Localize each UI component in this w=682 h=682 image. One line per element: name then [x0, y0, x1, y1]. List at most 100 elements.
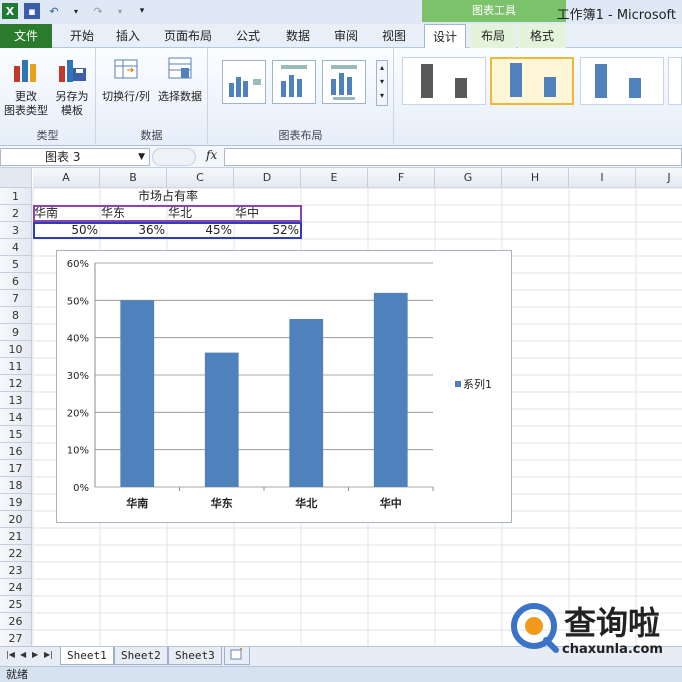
prev-sheet-icon[interactable]: ◀: [20, 650, 26, 659]
save-as-template-icon: [59, 60, 86, 82]
watermark-domain: chaxunla.com: [562, 642, 663, 657]
chart-layout-1[interactable]: [222, 60, 266, 104]
redo-dropdown-icon[interactable]: ▾: [112, 3, 128, 19]
chart-layout-2[interactable]: [272, 60, 316, 104]
tab-review[interactable]: 审阅: [326, 24, 366, 48]
formula-input[interactable]: [224, 148, 682, 166]
last-sheet-icon[interactable]: ▶|: [44, 650, 53, 659]
column-chart: 0% 10% 20% 30% 40% 50% 60% 华南 华东 华北 华中 系列1: [67, 259, 492, 510]
title-bar: X ▪ ↶ ▾ ↷ ▾ ▾ 图表工具 工作簿1 - Microsoft: [0, 0, 682, 24]
watermark-logo: 查询啦 chaxunla.com: [506, 600, 682, 662]
y-tick-label: 20%: [67, 408, 89, 419]
customize-qat-icon[interactable]: ▾: [134, 3, 150, 19]
change-chart-type-label-1: 更改: [15, 90, 37, 103]
tab-formulas[interactable]: 公式: [228, 24, 268, 48]
redo-icon[interactable]: ↷: [90, 3, 106, 19]
save-as-template-label-2: 模板: [61, 104, 83, 117]
group-data-label: 数据: [140, 129, 163, 142]
y-tick-label: 10%: [67, 446, 89, 457]
insert-function-icon[interactable]: fx: [206, 148, 217, 162]
chart-style-1-bar: [421, 64, 433, 98]
chart-bar: [289, 319, 324, 487]
chart-bar: [204, 352, 239, 487]
x-tick-label: 华中: [380, 496, 402, 510]
change-chart-type-button[interactable]: 更改 图表类型: [4, 54, 48, 118]
select-data-icon: [168, 57, 192, 79]
y-tick-label: 40%: [67, 334, 89, 345]
group-chart-styles: [394, 48, 682, 146]
chart-style-3-bar: [595, 64, 607, 98]
switch-row-col-label: 切换行/列: [102, 90, 150, 103]
first-sheet-icon[interactable]: |◀: [6, 650, 15, 659]
worksheet-grid[interactable]: ABCDEFGHIJ 1 2 3 4 5 6 7 8 9 10 11 12 13 14 15 16 17 18 19…: [0, 168, 682, 646]
category-range-highlight: [33, 205, 302, 222]
undo-icon[interactable]: ↶: [46, 3, 62, 19]
quick-access-toolbar: X ▪ ↶ ▾ ↷ ▾ ▾: [2, 3, 150, 19]
name-box[interactable]: 图表 3 ▼: [0, 148, 150, 166]
ribbon: 更改 图表类型 另存为 模板 类型 切换行/列 选择数据 数据 ▴ ▾ ▾ 图表…: [0, 48, 682, 146]
chart-style-2[interactable]: [490, 57, 574, 105]
undo-dropdown-icon[interactable]: ▾: [68, 3, 84, 19]
y-tick-label: 30%: [67, 371, 89, 382]
group-chart-layouts: ▴ ▾ ▾ 图表布局: [208, 48, 394, 146]
excel-app-icon[interactable]: X: [2, 3, 18, 19]
chart-style-1-bar: [455, 78, 467, 98]
group-chart-layouts-label: 图表布局: [278, 129, 323, 142]
tab-home[interactable]: 开始: [62, 24, 102, 48]
chart-style-4[interactable]: [668, 57, 682, 105]
chart-bar: [373, 292, 408, 487]
status-bar: 就绪: [0, 666, 682, 682]
save-as-template-button[interactable]: 另存为 模板: [50, 54, 94, 118]
chart-style-3[interactable]: [580, 57, 664, 105]
chart-bar: [120, 300, 155, 487]
x-tick-label: 华东: [211, 496, 233, 510]
chart-tools-context-label: 图表工具: [422, 0, 566, 22]
x-tick-label: 华北: [295, 496, 317, 510]
sheet-tab-sheet3[interactable]: Sheet3: [168, 647, 222, 665]
legend-swatch: [455, 381, 461, 387]
tab-view[interactable]: 视图: [374, 24, 414, 48]
chart-style-1[interactable]: [402, 57, 486, 105]
name-box-value: 图表 3: [45, 150, 81, 164]
chart-layout-3-preview: [331, 65, 357, 100]
chart-style-2-bar: [544, 77, 556, 97]
formula-bar: 图表 3 ▼ fx: [0, 146, 682, 168]
chart-object[interactable]: 0% 10% 20% 30% 40% 50% 60% 华南 华东 华北 华中 系列1: [56, 250, 512, 523]
status-ready: 就绪: [6, 668, 28, 681]
tab-layout[interactable]: 布局: [470, 24, 516, 48]
name-box-dropdown-icon[interactable]: ▼: [138, 149, 145, 165]
tab-format[interactable]: 格式: [518, 24, 566, 48]
tab-design[interactable]: 设计: [424, 24, 466, 49]
chart-layout-2-preview: [281, 65, 307, 97]
next-sheet-icon[interactable]: ▶: [32, 650, 38, 659]
y-tick-label: 0%: [73, 483, 89, 494]
y-tick-label: 50%: [67, 296, 89, 307]
insert-sheet-icon[interactable]: [224, 647, 250, 665]
tab-page-layout[interactable]: 页面布局: [160, 24, 216, 48]
chart-style-2-bar: [510, 63, 522, 97]
y-tick-label: 60%: [67, 259, 89, 270]
select-data-label: 选择数据: [158, 90, 202, 103]
layouts-scroll[interactable]: ▴ ▾ ▾: [376, 60, 388, 106]
ribbon-tab-bar: 文件 开始 插入 页面布局 公式 数据 审阅 视图 设计 布局 格式: [0, 24, 682, 49]
tab-insert[interactable]: 插入: [108, 24, 148, 48]
switch-row-column-icon: [114, 59, 138, 79]
legend-label: 系列1: [463, 377, 492, 391]
chart-layout-3[interactable]: [322, 60, 366, 104]
save-icon[interactable]: ▪: [24, 3, 40, 19]
formula-bar-expander[interactable]: [152, 148, 196, 166]
select-data-button[interactable]: 选择数据: [154, 54, 206, 104]
window-title: 工作簿1 - Microsoft: [556, 8, 676, 23]
switch-row-col-button[interactable]: 切换行/列: [100, 54, 152, 104]
sheet-tab-sheet2[interactable]: Sheet2: [114, 647, 168, 665]
tab-data[interactable]: 数据: [278, 24, 318, 48]
value-range-highlight: [33, 222, 302, 239]
sheet-tab-sheet1[interactable]: Sheet1: [60, 647, 114, 665]
chart-style-3-bar: [629, 78, 641, 98]
change-chart-type-icon: [14, 60, 36, 82]
x-tick-label: 华南: [126, 496, 148, 510]
tab-file[interactable]: 文件: [0, 24, 52, 48]
group-data: 切换行/列 选择数据 数据: [96, 48, 208, 146]
group-type-label: 类型: [36, 129, 59, 142]
cell-title[interactable]: 市场占有率: [34, 188, 302, 205]
